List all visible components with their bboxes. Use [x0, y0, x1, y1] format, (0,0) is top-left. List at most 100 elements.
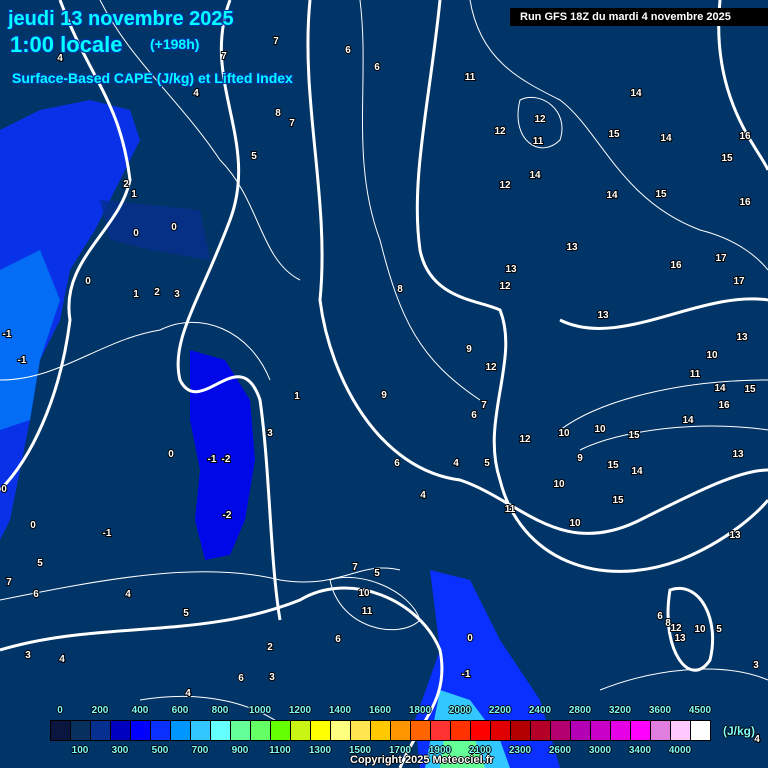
lifted-index-label: 17: [733, 276, 745, 287]
lifted-index-label: 7: [481, 400, 487, 411]
lifted-index-label: 14: [714, 383, 726, 394]
forecast-lead-time: (+198h): [150, 36, 200, 52]
colorbar-swatch: [391, 721, 411, 740]
lifted-index-label: 7: [289, 118, 295, 129]
lifted-index-label: 1: [131, 189, 137, 200]
colorbar-label: 2600: [548, 745, 572, 756]
colorbar-label: 3600: [648, 705, 672, 716]
lifted-index-label: 4: [453, 458, 459, 469]
lifted-index-label: 0: [1, 484, 7, 495]
colorbar-label: 4500: [688, 705, 712, 716]
colorbar-label: 2200: [488, 705, 512, 716]
colorbar-swatch: [251, 721, 271, 740]
lifted-index-label: 1: [294, 391, 300, 402]
colorbar-swatch: [371, 721, 391, 740]
colorbar-label: 2800: [568, 705, 592, 716]
lifted-index-label: 15: [744, 384, 756, 395]
lifted-index-label: 6: [471, 410, 477, 421]
contour-thick: [306, 0, 768, 535]
contour-lines: [0, 0, 768, 768]
colorbar-label: 1800: [408, 705, 432, 716]
lifted-index-label: 5: [716, 624, 722, 635]
weather-map-view: 11 12 12 11 15 14 14 16 15 14 12 14 15 16 13 16 17 17 13 12…: [0, 0, 768, 768]
colorbar-swatch: [471, 721, 491, 740]
colorbar-swatch: [571, 721, 591, 740]
colorbar-swatch: [291, 721, 311, 740]
lifted-index-label: 13: [732, 449, 744, 460]
lifted-index-label: 10: [553, 479, 565, 490]
lifted-index-label: 6: [345, 45, 351, 56]
lifted-index-label: 14: [660, 133, 672, 144]
colorbar-label: 1100: [269, 745, 291, 756]
colorbar-swatch: [511, 721, 531, 740]
colorbar-swatch: [151, 721, 171, 740]
lifted-index-label: 5: [484, 458, 490, 469]
lifted-index-label: 11: [362, 606, 373, 617]
lifted-index-label: 2: [267, 642, 273, 653]
lifted-index-label: 11: [505, 504, 516, 515]
colorbar-label: 1200: [288, 705, 312, 716]
lifted-index-label: 14: [529, 170, 541, 181]
lifted-index-label: 16: [718, 400, 730, 411]
lifted-index-label: 13: [597, 310, 609, 321]
lifted-index-label: -2: [223, 510, 232, 521]
lifted-index-label: 4: [125, 589, 131, 600]
colorbar-label: 1400: [328, 705, 352, 716]
lifted-index-label: 13: [674, 633, 686, 644]
colorbar-swatch: [71, 721, 91, 740]
lifted-index-label: 4: [193, 88, 199, 99]
lifted-index-label: 6: [374, 62, 380, 73]
colorbar-label: 3200: [608, 705, 632, 716]
lifted-index-label: 11: [533, 136, 544, 147]
contour-thin: [359, 0, 481, 401]
contour-thick: [415, 0, 768, 573]
lifted-index-label: 0: [171, 222, 177, 233]
lifted-index-label: 0: [85, 276, 91, 287]
lifted-index-label: 15: [655, 189, 667, 200]
parameter-title: Surface-Based CAPE (J/kg) et Lifted Inde…: [12, 70, 293, 86]
lifted-index-label: 6: [33, 589, 39, 600]
colorbar-swatch: [651, 721, 671, 740]
lifted-index-label: 14: [631, 466, 643, 477]
lifted-index-label: 15: [607, 460, 619, 471]
colorbar-swatch: [331, 721, 351, 740]
lifted-index-label: 10: [358, 588, 370, 599]
lifted-index-label: -1: [103, 528, 112, 539]
lifted-index-label: 6: [238, 673, 244, 684]
lifted-index-label: 15: [721, 153, 733, 164]
lifted-index-label: 5: [37, 558, 43, 569]
colorbar-label: 2400: [528, 705, 552, 716]
lifted-index-label: 6: [657, 611, 663, 622]
lifted-index-label: 3: [174, 289, 180, 300]
lifted-index-label: 11: [690, 369, 701, 380]
colorbar-swatch: [351, 721, 371, 740]
lifted-index-label: 15: [628, 430, 640, 441]
lifted-index-label: 0: [168, 449, 174, 460]
lifted-index-label: 4: [420, 490, 426, 501]
lifted-index-label: 6: [394, 458, 400, 469]
colorbar-label: 4000: [668, 745, 692, 756]
copyright-text: Copyright 2025 Meteociel.fr: [350, 754, 494, 766]
colorbar-label: 400: [131, 705, 149, 716]
colorbar-swatch: [131, 721, 151, 740]
colorbar-swatch: [91, 721, 111, 740]
colorbar-swatch: [431, 721, 451, 740]
colorbar-label: 2000: [448, 705, 472, 716]
lifted-index-label: 12: [519, 434, 531, 445]
cape-map: 11121211151414 1615141214 1516131617171312…: [0, 0, 768, 768]
lifted-index-label: 1: [133, 289, 139, 300]
colorbar-label: 3000: [588, 745, 612, 756]
colorbar-swatch: [191, 721, 211, 740]
lifted-index-label: 5: [374, 568, 380, 579]
colorbar-swatch: [671, 721, 691, 740]
colorbar-label: 800: [211, 705, 229, 716]
lifted-index-label: 9: [577, 453, 583, 464]
lifted-index-label: 10: [706, 350, 718, 361]
lifted-index-label: -1: [18, 355, 27, 366]
lifted-index-label: 13: [505, 264, 517, 275]
colorbar-label: 500: [151, 745, 169, 756]
lifted-index-label: 17: [715, 253, 727, 264]
lifted-index-label: 14: [682, 415, 694, 426]
colorbar-label: 2300: [508, 745, 532, 756]
lifted-index-label: 5: [251, 151, 257, 162]
